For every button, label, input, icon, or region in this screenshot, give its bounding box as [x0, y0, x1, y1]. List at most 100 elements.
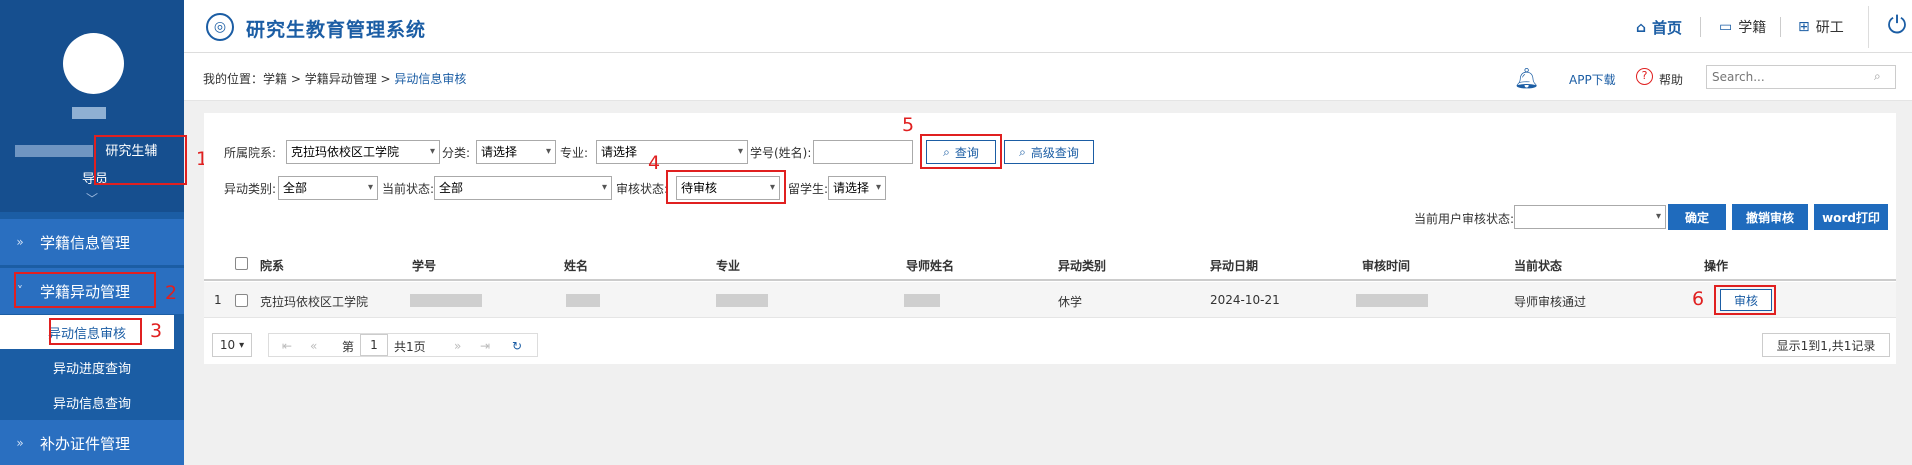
intl-student-select[interactable]: 请选择 ▾ [828, 176, 886, 200]
column-header: 院系 [260, 259, 285, 273]
intl-student-label: 留学生: [788, 182, 829, 196]
cancel-review-button[interactable]: 撤销审核 [1732, 204, 1808, 230]
advanced-query-button-label: 高级查询 [1030, 145, 1079, 160]
column-header: 专业 [716, 259, 741, 273]
redacted-student-id [410, 294, 482, 307]
sidebar-item-student-info[interactable]: » 学籍信息管理 [0, 219, 184, 265]
redacted-major [716, 294, 768, 307]
grid-icon: ⊞ [1798, 19, 1810, 35]
row-checkbox[interactable] [235, 294, 248, 307]
divider [1780, 17, 1781, 37]
sidebar-item-certificates[interactable]: » 补办证件管理 [0, 420, 184, 465]
redacted-username [15, 145, 93, 157]
nav-home[interactable]: ⌂ 首页 [1636, 17, 1682, 38]
row-index: 1 [214, 293, 222, 307]
chevron-down-icon: ▾ [737, 146, 743, 157]
nav-label: 研工 [1815, 20, 1844, 36]
current-status-select[interactable]: 全部 ▾ [434, 176, 612, 200]
power-icon[interactable]: ⏻ [1884, 12, 1910, 38]
prev-page-icon[interactable]: « [310, 339, 317, 353]
top-header: ◎ 研究生教育管理系统 ⌂ 首页 ▭ 学籍 ⊞ 研工 ⏻ [184, 0, 1912, 53]
divider [1700, 17, 1701, 37]
redacted-name [72, 107, 106, 119]
nav-student-records[interactable]: ▭ 学籍 [1719, 17, 1766, 37]
breadcrumb-prefix: 我的位置： [203, 72, 264, 86]
column-header: 姓名 [564, 259, 589, 273]
college-select-value: 克拉玛依校区工学院 [291, 145, 400, 159]
page-size-select[interactable]: 10 ▾ [212, 333, 252, 357]
column-header: 异动类别 [1058, 259, 1107, 273]
select-all-checkbox[interactable] [235, 257, 248, 270]
chevron-down-icon: ▾ [601, 182, 607, 193]
major-select[interactable]: 请选择 ▾ [596, 140, 748, 164]
search-icon: ⌕ [1019, 144, 1026, 159]
chevron-down-icon: ▾ [429, 146, 435, 157]
category-select[interactable]: 请选择 ▾ [476, 140, 556, 164]
annotation-box-5 [920, 134, 1002, 169]
confirm-button[interactable]: 确定 [1668, 204, 1726, 230]
nav-student-affairs[interactable]: ⊞ 研工 [1798, 17, 1844, 37]
college-select[interactable]: 克拉玛依校区工学院 ▾ [286, 140, 440, 164]
advanced-query-button[interactable]: ⌕ 高级查询 [1004, 140, 1094, 164]
app-title: 研究生教育管理系统 [246, 19, 427, 41]
table-row[interactable]: 1 克拉玛依校区工学院 休学 2024-10-21 导师审核通过 审核 [204, 282, 1896, 318]
category-label: 分类: [442, 146, 471, 160]
column-header: 当前状态 [1514, 259, 1563, 273]
university-seal-icon: ◎ [206, 13, 234, 41]
annotation-box-2 [14, 272, 156, 308]
refresh-icon[interactable]: ↻ [512, 339, 522, 353]
next-page-icon[interactable]: » [454, 339, 461, 353]
breadcrumb-path[interactable]: 学籍 > 学籍异动管理 > [263, 72, 394, 86]
first-page-icon[interactable]: ⇤ [282, 339, 292, 353]
last-page-icon[interactable]: ⇥ [480, 339, 490, 353]
chevron-down-icon[interactable]: ﹀ [86, 190, 98, 207]
nav-label: 首页 [1652, 19, 1683, 37]
student-id-label: 学号(姓名): [750, 146, 812, 160]
redacted-advisor [904, 294, 940, 307]
category-select-value: 请选择 [481, 145, 518, 159]
bell-icon[interactable]: 🔔︎ [1514, 66, 1539, 90]
pagination: 10 ▾ ⇤ « 第 1 共1页 » ⇥ ↻ 显示1到1,共1记录 [204, 333, 1896, 357]
redacted-review-time [1356, 294, 1428, 307]
annotation-box-4 [666, 170, 786, 204]
sidebar-subitem-query[interactable]: 异动信息查询 [0, 385, 184, 419]
intl-student-select-value: 请选择 [833, 181, 870, 195]
column-header: 异动日期 [1210, 259, 1259, 273]
chevron-down-icon: ▾ [545, 146, 551, 157]
sidebar-subitem-label: 异动信息查询 [52, 396, 131, 412]
main-panel: 所属院系: 克拉玛依校区工学院 ▾ 分类: 请选择 ▾ 专业: 请选择 ▾ 学号(姓名… [204, 113, 1896, 364]
change-type-select[interactable]: 全部 ▾ [278, 176, 378, 200]
major-select-value: 请选择 [601, 145, 638, 159]
college-label: 所属院系: [224, 146, 277, 160]
change-type-select-value: 全部 [283, 181, 308, 195]
word-print-button[interactable]: word打印 [1814, 204, 1888, 230]
column-header: 审核时间 [1362, 259, 1411, 273]
column-header: 学号 [412, 259, 437, 273]
sidebar-subitem-progress[interactable]: 异动进度查询 [0, 350, 184, 384]
double-chevron-right-icon: » [16, 436, 24, 450]
table-header: 院系 学号 姓名 专业 导师姓名 异动类别 异动日期 审核时间 当前状态 操作 [204, 247, 1896, 281]
student-id-input[interactable] [813, 140, 913, 164]
page-total: 共1页 [394, 340, 426, 354]
page-size-value: 10 [219, 338, 236, 352]
annotation-number: 5 [902, 114, 915, 136]
cell-status: 导师审核通过 [1514, 295, 1587, 309]
help-link[interactable]: 帮助 [1659, 71, 1683, 88]
help-icon[interactable]: ? [1636, 68, 1653, 85]
search-icon[interactable]: ⌕ [1874, 69, 1881, 84]
annotation-number: 4 [648, 152, 661, 174]
column-header: 操作 [1704, 259, 1729, 273]
breadcrumb: 我的位置：学籍 > 学籍异动管理 > 异动信息审核 [203, 70, 466, 87]
home-icon: ⌂ [1636, 19, 1647, 36]
search-input[interactable] [1706, 65, 1896, 89]
redacted-name [566, 294, 600, 307]
page-number-input[interactable]: 1 [360, 334, 388, 356]
chevron-down-icon: ▾ [1655, 211, 1661, 222]
id-card-icon: ▭ [1719, 19, 1733, 35]
app-download-link[interactable]: APP下载 [1569, 71, 1616, 88]
major-label: 专业: [560, 146, 589, 160]
chevron-down-icon: ▾ [875, 182, 881, 193]
cell-change-type: 休学 [1058, 295, 1083, 309]
user-review-status-select[interactable]: ▾ [1514, 205, 1666, 229]
annotation-number: 2 [165, 282, 178, 304]
